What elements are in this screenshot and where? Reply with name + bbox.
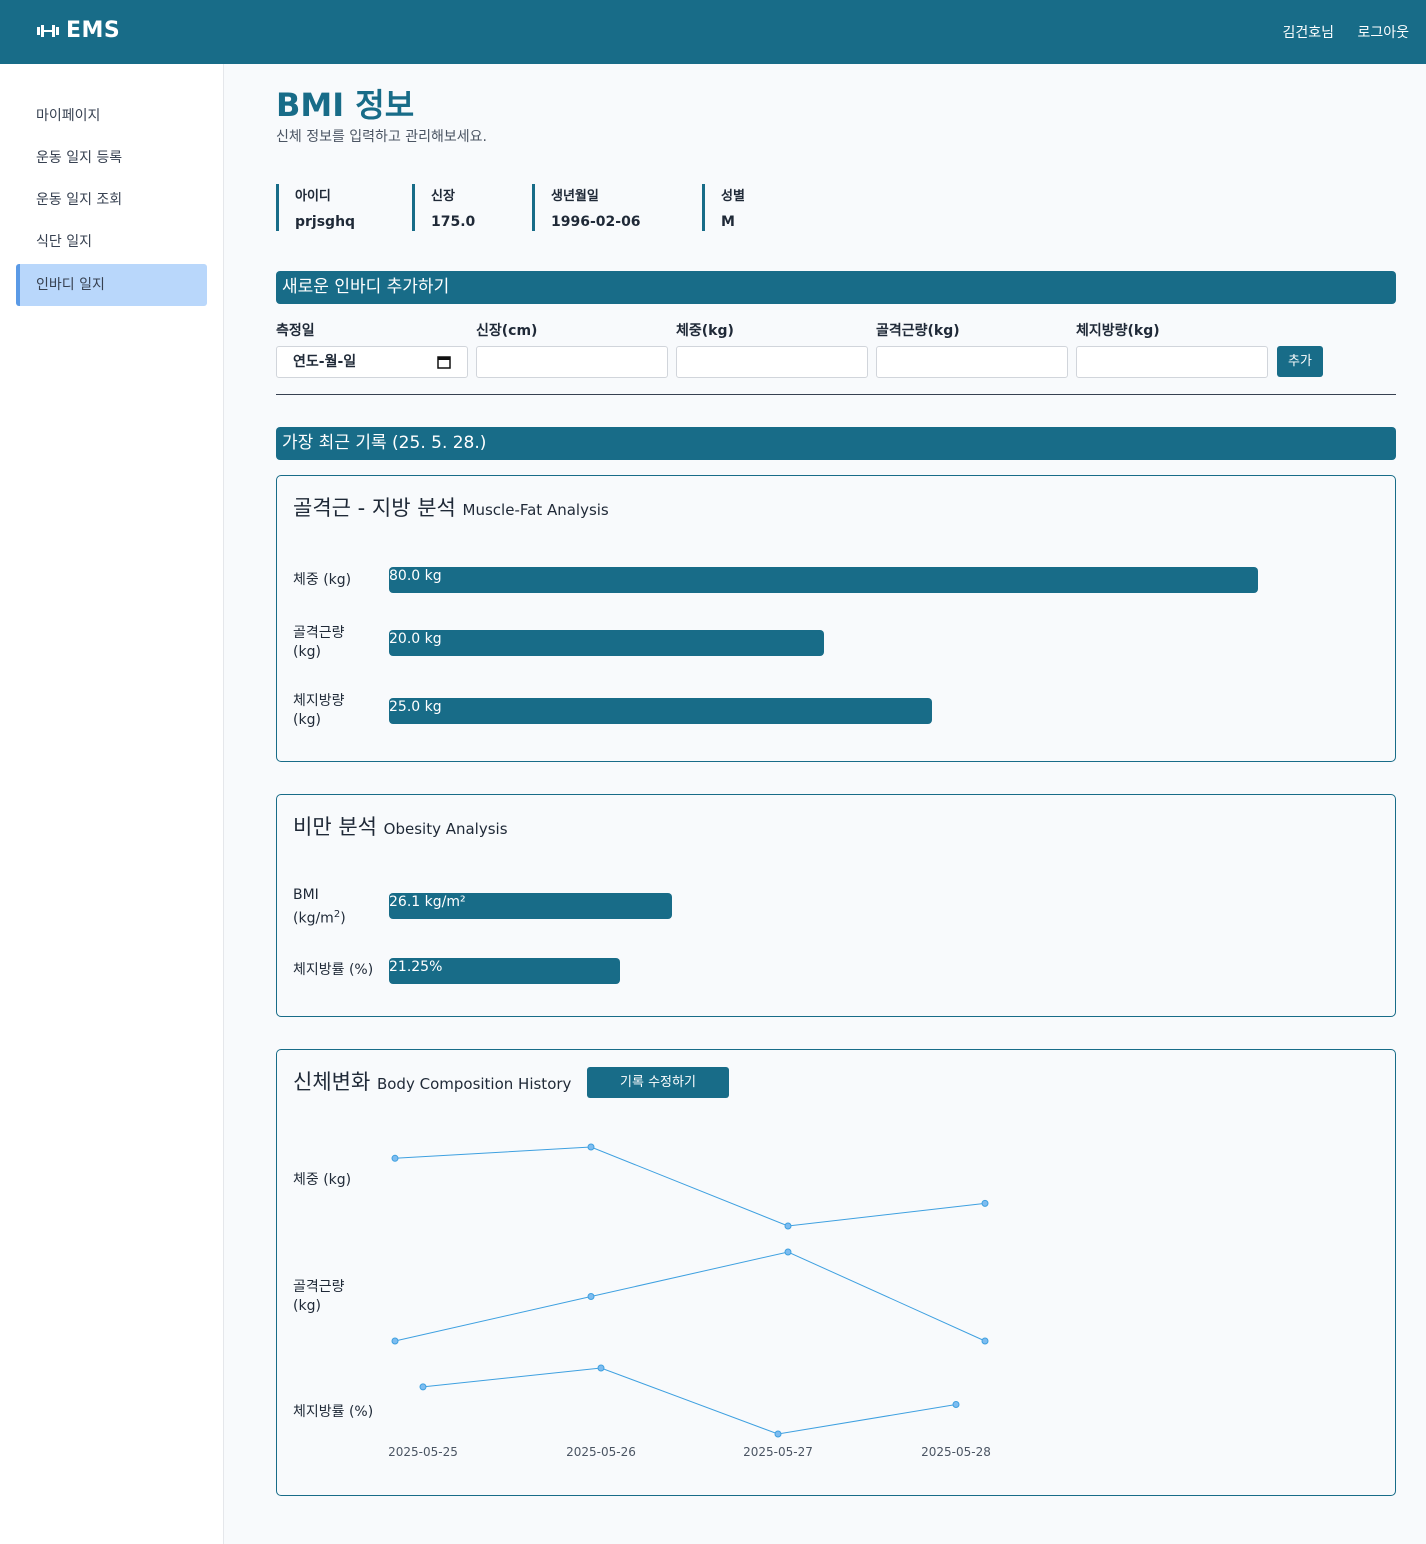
brand-logo[interactable]: EMS xyxy=(36,18,120,43)
history-point-0-1[interactable] xyxy=(587,1143,595,1151)
profile-birth-value: 1996-02-06 xyxy=(551,214,641,230)
latest-record-header: 가장 최근 기록 (25. 5. 28.) xyxy=(276,427,1396,460)
sidebar-item-mypage[interactable]: 마이페이지 xyxy=(16,95,207,137)
history-point-2-3[interactable] xyxy=(952,1401,960,1408)
weight-label: 체중(kg) xyxy=(676,323,734,339)
history-point-1-1[interactable] xyxy=(587,1293,595,1300)
profile-birth: 생년월일 1996-02-06 xyxy=(532,184,641,231)
profile-height-value: 175.0 xyxy=(431,214,476,230)
page-title: BMI 정보 xyxy=(276,86,415,124)
profile-id-value: prjsghq xyxy=(295,214,356,230)
mf-weight-value: 80.0 kg xyxy=(389,568,442,584)
history-point-1-0[interactable] xyxy=(391,1337,399,1345)
history-point-2-1[interactable] xyxy=(597,1364,605,1372)
page-subtitle: 신체 정보를 입력하고 관리해보세요. xyxy=(276,129,487,145)
fat-rate-label: 체지방률 (%) xyxy=(293,962,374,978)
add-inbody-header: 새로운 인바디 추가하기 xyxy=(276,271,1396,304)
fat-rate-bar: 21.25% xyxy=(389,958,620,984)
height-input[interactable] xyxy=(476,346,668,378)
history-point-1-3[interactable] xyxy=(981,1337,989,1345)
dumbbell-icon xyxy=(37,24,59,37)
muscle-fat-title: 골격근 - 지방 분석 Muscle-Fat Analysis xyxy=(293,492,609,522)
x-tick-label: 2025-05-25 xyxy=(388,1445,458,1459)
history-point-0-0[interactable] xyxy=(391,1154,399,1162)
x-tick-label: 2025-05-27 xyxy=(743,1445,813,1459)
bmi-value: 26.1 kg/m² xyxy=(389,894,466,910)
mf-fat-bar: 25.0 kg xyxy=(389,698,932,724)
profile-height: 신장 175.0 xyxy=(412,184,475,231)
profile-id: 아이디 prjsghq xyxy=(276,184,355,231)
weight-input[interactable] xyxy=(676,346,868,378)
sidebar: 마이페이지 운동 일지 등록 운동 일지 조회 식단 일지 인바디 일지 xyxy=(0,64,224,1544)
obesity-title-ko: 비만 분석 xyxy=(293,815,377,839)
sidebar-item-workout-register[interactable]: 운동 일지 등록 xyxy=(16,137,207,179)
x-tick-label: 2025-05-26 xyxy=(566,1445,636,1459)
bmi-unit: (kg/m xyxy=(293,910,334,927)
muscle-fat-title-ko: 골격근 - 지방 분석 xyxy=(293,496,456,520)
sidebar-item-diet[interactable]: 식단 일지 xyxy=(16,221,207,263)
height-label: 신장(cm) xyxy=(476,323,538,339)
bmi-label-line2: (kg/m2) xyxy=(293,905,346,929)
calendar-icon[interactable] xyxy=(437,355,451,369)
user-name[interactable]: 김건호님 xyxy=(1282,22,1334,42)
profile-id-label: 아이디 xyxy=(295,189,331,204)
history-series-line-1 xyxy=(394,1251,986,1342)
bmi-bar: 26.1 kg/m² xyxy=(389,893,672,919)
profile-gender-value: M xyxy=(721,214,735,230)
obesity-title-en: Obesity Analysis xyxy=(383,820,508,838)
fat-label: 체지방량(kg) xyxy=(1076,323,1160,339)
history-point-0-3[interactable] xyxy=(981,1199,989,1207)
history-series-line-0 xyxy=(394,1146,986,1227)
muscle-input[interactable] xyxy=(876,346,1068,378)
bmi-label: BMI (kg/m2) xyxy=(293,886,346,929)
mf-weight-bar: 80.0 kg xyxy=(389,567,1258,593)
history-point-2-2[interactable] xyxy=(774,1430,782,1438)
date-placeholder: 연도-월-일 xyxy=(293,354,357,370)
history-card: 신체변화 Body Composition History 기록 수정하기 체중… xyxy=(276,1049,1396,1496)
mf-weight-label: 체중 (kg) xyxy=(293,572,352,588)
fat-rate-value: 21.25% xyxy=(389,959,443,975)
history-point-2-0[interactable] xyxy=(419,1383,427,1391)
brand-name: EMS xyxy=(66,18,121,43)
history-point-1-2[interactable] xyxy=(784,1248,792,1256)
date-label: 측정일 xyxy=(276,323,315,339)
mf-muscle-bar: 20.0 kg xyxy=(389,630,824,656)
muscle-fat-card: 골격근 - 지방 분석 Muscle-Fat Analysis 체중 (kg) … xyxy=(276,475,1396,762)
top-navbar: EMS 김건호님 로그아웃 xyxy=(0,0,1426,64)
history-series-line-2 xyxy=(422,1367,957,1435)
sidebar-item-inbody[interactable]: 인바디 일지 xyxy=(16,264,207,306)
sidebar-item-workout-view[interactable]: 운동 일지 조회 xyxy=(16,179,207,221)
profile-gender: 성별 M xyxy=(702,184,745,231)
add-button[interactable]: 추가 xyxy=(1277,346,1323,377)
mf-fat-label: 체지방량 (kg) xyxy=(293,693,345,728)
x-tick-label: 2025-05-28 xyxy=(921,1445,991,1459)
date-input[interactable]: 연도-월-일 xyxy=(276,346,468,378)
mf-muscle-label: 골격근량 (kg) xyxy=(293,625,345,660)
bmi-label-line1: BMI xyxy=(293,887,319,903)
obesity-card: 비만 분석 Obesity Analysis BMI (kg/m2) 26.1 … xyxy=(276,794,1396,1017)
history-point-0-2[interactable] xyxy=(784,1222,792,1230)
history-chart: 2025-05-25 2025-05-26 2025-05-27 2025-05-28 xyxy=(388,1143,991,1459)
divider xyxy=(276,394,1396,395)
mf-fat-value: 25.0 kg xyxy=(389,699,442,715)
muscle-fat-title-en: Muscle-Fat Analysis xyxy=(462,501,609,519)
profile-birth-label: 생년월일 xyxy=(551,189,599,204)
mf-muscle-value: 20.0 kg xyxy=(389,631,442,647)
fat-input[interactable] xyxy=(1076,346,1268,378)
muscle-label: 골격근량(kg) xyxy=(876,323,960,339)
profile-height-label: 신장 xyxy=(431,189,455,204)
bmi-unit-close: ) xyxy=(340,910,346,927)
profile-gender-label: 성별 xyxy=(721,189,745,204)
logout-link[interactable]: 로그아웃 xyxy=(1357,22,1409,42)
obesity-title: 비만 분석 Obesity Analysis xyxy=(293,811,508,841)
